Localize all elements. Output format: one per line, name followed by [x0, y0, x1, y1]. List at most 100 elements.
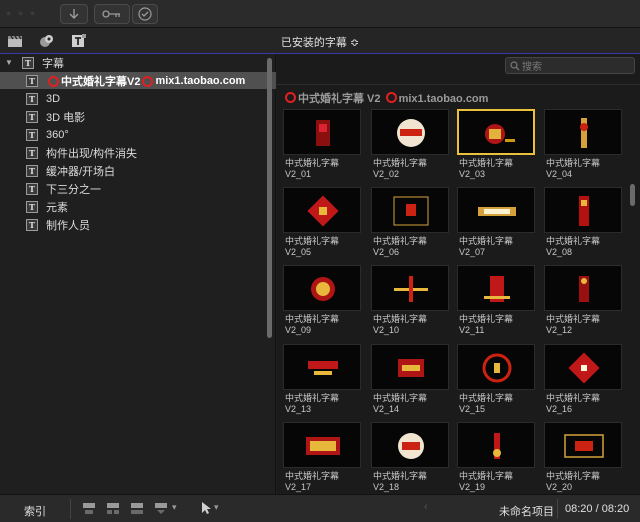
title-thumbnail[interactable] — [283, 187, 361, 233]
title-category-icon: T — [26, 200, 38, 213]
title-category-icon: T — [26, 218, 38, 231]
title-thumbnail[interactable] — [371, 422, 449, 468]
title-thumbnail[interactable] — [544, 344, 622, 390]
grid-scrollbar[interactable] — [630, 184, 635, 206]
title-thumbnail-label: 中式婚礼字幕 V2_11 — [459, 314, 543, 336]
sidebar-item-label: 360° — [46, 128, 69, 141]
keywords-button[interactable] — [94, 4, 130, 24]
title-preview-image — [484, 276, 510, 302]
chevron-left-icon[interactable]: ‹ — [424, 501, 428, 513]
title-thumbnail[interactable] — [371, 187, 449, 233]
title-preview-image — [579, 196, 589, 226]
title-thumbnail[interactable] — [371, 265, 449, 311]
arrow-down-icon — [69, 9, 79, 19]
disclosure-triangle-icon[interactable]: ▼ — [5, 58, 13, 67]
titles-browser: 搜索 中式婚礼字幕 V2 mix1.taobao.com 中式婚礼字幕 V2_01… — [277, 54, 640, 494]
sidebar-item-bumper-opener[interactable]: T 缓冲器/开场白 — [0, 162, 276, 179]
title-id: V2_18 — [373, 482, 400, 492]
title-name: 中式婚礼字幕 — [459, 471, 514, 481]
title-id: V2_15 — [459, 404, 486, 414]
title-thumbnail-label: 中式婚礼字幕 V2_07 — [459, 236, 543, 258]
title-preview-image — [398, 359, 424, 377]
title-thumbnail[interactable] — [371, 344, 449, 390]
title-id: V2_05 — [285, 247, 312, 257]
overwrite-clip-icon[interactable] — [154, 501, 168, 515]
sidebar-item-root[interactable]: ▼ T 字幕 — [0, 54, 276, 71]
title-id: V2_07 — [459, 247, 486, 257]
titles-sidebar: ▼ T 字幕 T 中式婚礼字幕V2 mix1.taobao.com T 3D T… — [0, 54, 276, 494]
chevron-down-icon[interactable]: ▾ — [172, 502, 177, 513]
append-clip-icon[interactable] — [130, 501, 144, 515]
sidebar-item-label: 元素 — [46, 201, 68, 214]
title-thumbnail-label: 中式婚礼字幕 V2_06 — [373, 236, 457, 258]
title-preview-image — [493, 433, 501, 459]
import-button[interactable] — [60, 4, 88, 24]
title-thumbnail-label: 中式婚礼字幕 V2_02 — [373, 158, 457, 180]
title-category-icon: T — [26, 146, 38, 159]
sidebar-item-3d[interactable]: T 3D — [0, 90, 276, 107]
title-id: V2_06 — [373, 247, 400, 257]
window-dots: ● ● ● — [6, 8, 38, 18]
red-circle-logo-icon — [142, 75, 154, 87]
divider — [557, 499, 558, 519]
title-preview-image — [568, 352, 600, 384]
title-id: V2_01 — [285, 169, 312, 179]
title-thumbnail[interactable] — [457, 344, 535, 390]
background-tasks-button[interactable] — [132, 4, 158, 24]
sidebar-item-3d-cinematic[interactable]: T 3D 电影 — [0, 108, 276, 125]
title-thumbnail[interactable] — [457, 109, 535, 155]
title-name: 中式婚礼字幕 — [546, 393, 601, 403]
insert-clip-icon[interactable] — [106, 501, 120, 515]
title-preview-image — [564, 434, 604, 458]
title-preview-image — [393, 196, 429, 226]
sidebar-item-lower-thirds[interactable]: T 下三分之一 — [0, 180, 276, 197]
title-name: 中式婚礼字幕 — [459, 314, 514, 324]
title-name: 中式婚礼字幕 — [373, 471, 428, 481]
index-button[interactable]: 索引 — [24, 503, 46, 519]
sidebar-scrollbar[interactable] — [267, 58, 272, 338]
library-title-selector[interactable]: 已安装的字幕 ≎ — [0, 34, 640, 50]
sidebar-item-360[interactable]: T 360° — [0, 126, 276, 143]
sidebar-item-label: 下三分之一 — [46, 183, 101, 196]
title-thumbnail-label: 中式婚礼字幕 V2_14 — [373, 393, 457, 415]
sidebar-item-wedding-v2[interactable]: T 中式婚礼字幕V2 mix1.taobao.com — [0, 72, 276, 89]
section-title: 中式婚礼字幕 V2 mix1.taobao.com — [285, 90, 488, 106]
title-thumbnail-label: 中式婚礼字幕 V2_04 — [546, 158, 630, 180]
title-thumbnail[interactable] — [457, 422, 535, 468]
title-thumbnail[interactable] — [457, 265, 535, 311]
title-name: 中式婚礼字幕 — [373, 393, 428, 403]
title-thumbnail[interactable] — [544, 265, 622, 311]
title-preview-image — [478, 207, 516, 216]
title-name: 中式婚礼字幕 — [285, 314, 340, 324]
pointer-tool-icon[interactable] — [200, 501, 212, 515]
title-thumbnail-label: 中式婚礼字幕 V2_10 — [373, 314, 457, 336]
title-thumbnail[interactable] — [544, 109, 622, 155]
title-thumbnail[interactable] — [283, 344, 361, 390]
title-thumbnail[interactable] — [371, 109, 449, 155]
title-thumbnail[interactable] — [283, 265, 361, 311]
title-thumbnail[interactable] — [283, 422, 361, 468]
search-input[interactable]: 搜索 — [505, 57, 635, 74]
title-id: V2_03 — [459, 169, 486, 179]
title-id: V2_13 — [285, 404, 312, 414]
title-thumbnail-label: 中式婚礼字幕 V2_01 — [285, 158, 369, 180]
title-id: V2_11 — [459, 325, 485, 335]
title-thumbnail-label: 中式婚礼字幕 V2_09 — [285, 314, 369, 336]
title-preview-image — [307, 195, 339, 227]
sidebar-item-credits[interactable]: T 制作人员 — [0, 216, 276, 233]
title-thumbnail[interactable] — [544, 422, 622, 468]
title-preview-image — [397, 119, 425, 147]
connect-clip-icon[interactable] — [82, 501, 96, 515]
sidebar-item-elements[interactable]: T 元素 — [0, 198, 276, 215]
title-thumbnail[interactable] — [283, 109, 361, 155]
title-id: V2_14 — [373, 404, 400, 414]
title-thumbnail[interactable] — [457, 187, 535, 233]
title-preview-image — [579, 276, 589, 302]
chevron-down-icon[interactable]: ▾ — [214, 502, 219, 513]
sidebar-item-label: 构件出现/构件消失 — [46, 147, 138, 160]
sidebar-item-build-in-out[interactable]: T 构件出现/构件消失 — [0, 144, 276, 161]
sidebar-item-label: 缓冲器/开场白 — [46, 165, 116, 178]
title-thumbnail-label: 中式婚礼字幕 V2_15 — [459, 393, 543, 415]
title-name: 中式婚礼字幕 — [546, 314, 601, 324]
title-thumbnail[interactable] — [544, 187, 622, 233]
